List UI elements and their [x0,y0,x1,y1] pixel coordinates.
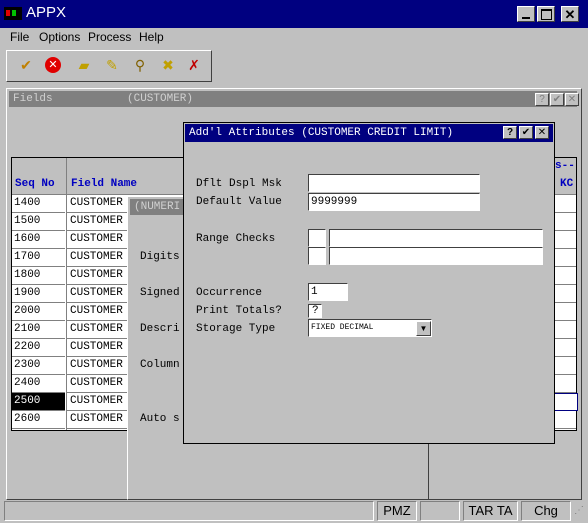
close-button[interactable]: ✕ [561,6,579,22]
header-right-top: s-- [555,160,575,172]
close-icon: ✕ [537,127,547,138]
menu-bar: File Options Process Help [0,28,588,48]
minimize-icon [522,17,530,19]
range-check-op-2[interactable] [308,247,326,265]
new-icon[interactable]: ▰ [75,56,93,74]
toolbar: ✔ ✕ ▰ ✎ ⚲ ✖ ✗ [6,50,212,82]
seq-no-cell[interactable]: 2100 [12,321,65,339]
title-bar: APPX ✕ [0,0,588,28]
delete-icon[interactable]: ✖ [159,56,177,74]
storage-type-select[interactable]: FIXED DECIMAL [308,319,432,337]
range-check-value-2[interactable] [329,247,543,265]
dflt-dspl-msk-label: Dflt Dspl Msk [196,178,282,190]
status-panel-pmz: PMZ [377,501,417,521]
chevron-down-icon[interactable]: ▼ [416,321,431,336]
seq-no-cell[interactable]: 2600 [12,411,65,429]
seq-no-cell[interactable]: 2500 [12,393,65,411]
appx-logo-icon [4,7,22,20]
checkmark-icon: ✔ [521,127,531,138]
seq-no-cell[interactable]: 1700 [12,249,65,267]
range-checks-label: Range Checks [196,233,276,245]
erase-icon[interactable]: ✗ [185,56,203,74]
status-panel-main [4,501,374,521]
menu-options[interactable]: Options [39,30,80,44]
seq-no-cell[interactable]: 2000 [12,303,65,321]
dflt-dspl-msk-field[interactable] [308,174,480,192]
header-right-kc: KC [560,178,574,190]
seq-no-cell[interactable]: 2200 [12,339,65,357]
print-totals-field[interactable]: ? [308,304,322,318]
search-icon[interactable]: ⚲ [131,56,149,74]
header-seq-no: Seq No [15,178,55,190]
seq-no-cell[interactable]: 1400 [12,195,65,213]
status-panel-blank [420,501,460,521]
status-panel-chg: Chg [521,501,571,521]
seq-no-cell[interactable]: 1800 [12,267,65,285]
resize-grip-icon[interactable]: ⋰ [574,505,586,519]
occurrence-label: Occurrence [196,287,263,299]
status-panel-tar: TAR TA [463,501,518,521]
cancel-icon[interactable]: ✕ [44,56,62,74]
fields-title: Fields [13,93,53,105]
seq-no-cell[interactable]: 1600 [12,231,65,249]
fields-ok-button[interactable]: ✔ [550,93,564,106]
check-icon[interactable]: ✔ [17,56,35,74]
menu-process[interactable]: Process [88,30,131,44]
default-value-label: Default Value [196,196,282,208]
seq-no-cell[interactable]: 1500 [12,213,65,231]
edit-icon[interactable]: ✎ [103,56,121,74]
dialog-ok-button[interactable]: ✔ [519,126,533,139]
print-totals-label: Print Totals? [196,305,282,317]
menu-help[interactable]: Help [139,30,164,44]
seq-no-cell[interactable]: 2300 [12,357,65,375]
addl-attributes-dialog: Add'l Attributes (CUSTOMER CREDIT LIMIT)… [183,122,555,444]
occurrence-field[interactable]: 1 [308,283,348,301]
fields-help-button[interactable]: ? [535,93,549,106]
app-title: APPX [26,4,67,21]
seq-no-cell[interactable]: 2400 [12,375,65,393]
storage-type-label: Storage Type [196,323,276,335]
dialog-title: Add'l Attributes (CUSTOMER CREDIT LIMIT) [189,127,454,139]
signed-label: Signed [140,287,180,299]
descr-label: Descri [140,323,180,335]
menu-file[interactable]: File [10,30,29,44]
fields-subtitle: (CUSTOMER) [127,93,194,105]
fields-close-button[interactable]: ✕ [565,93,579,106]
header-field-name: Field Name [71,178,138,190]
minimize-button[interactable] [517,6,535,22]
column-label: Column [140,359,180,371]
numeric-title: (NUMERI [134,201,181,213]
range-check-op-1[interactable] [308,229,326,247]
dialog-close-button[interactable]: ✕ [535,126,549,139]
status-bar: PMZ TAR TA Chg ⋰ [0,499,588,523]
maximize-button[interactable] [537,6,555,22]
dialog-title-bar: Add'l Attributes (CUSTOMER CREDIT LIMIT)… [185,124,553,142]
dialog-help-button[interactable]: ? [503,126,517,139]
default-value-field[interactable]: 9999999 [308,193,480,211]
maximize-icon [541,9,552,20]
auto-label: Auto s [140,413,180,425]
range-check-value-1[interactable] [329,229,543,247]
close-icon: ✕ [564,7,576,22]
seq-no-cell[interactable]: 1900 [12,285,65,303]
storage-type-value: FIXED DECIMAL [311,323,374,332]
fields-title-bar: Fields (CUSTOMER) ? ✔ ✕ [9,91,579,107]
digits-label: Digits [140,251,180,263]
